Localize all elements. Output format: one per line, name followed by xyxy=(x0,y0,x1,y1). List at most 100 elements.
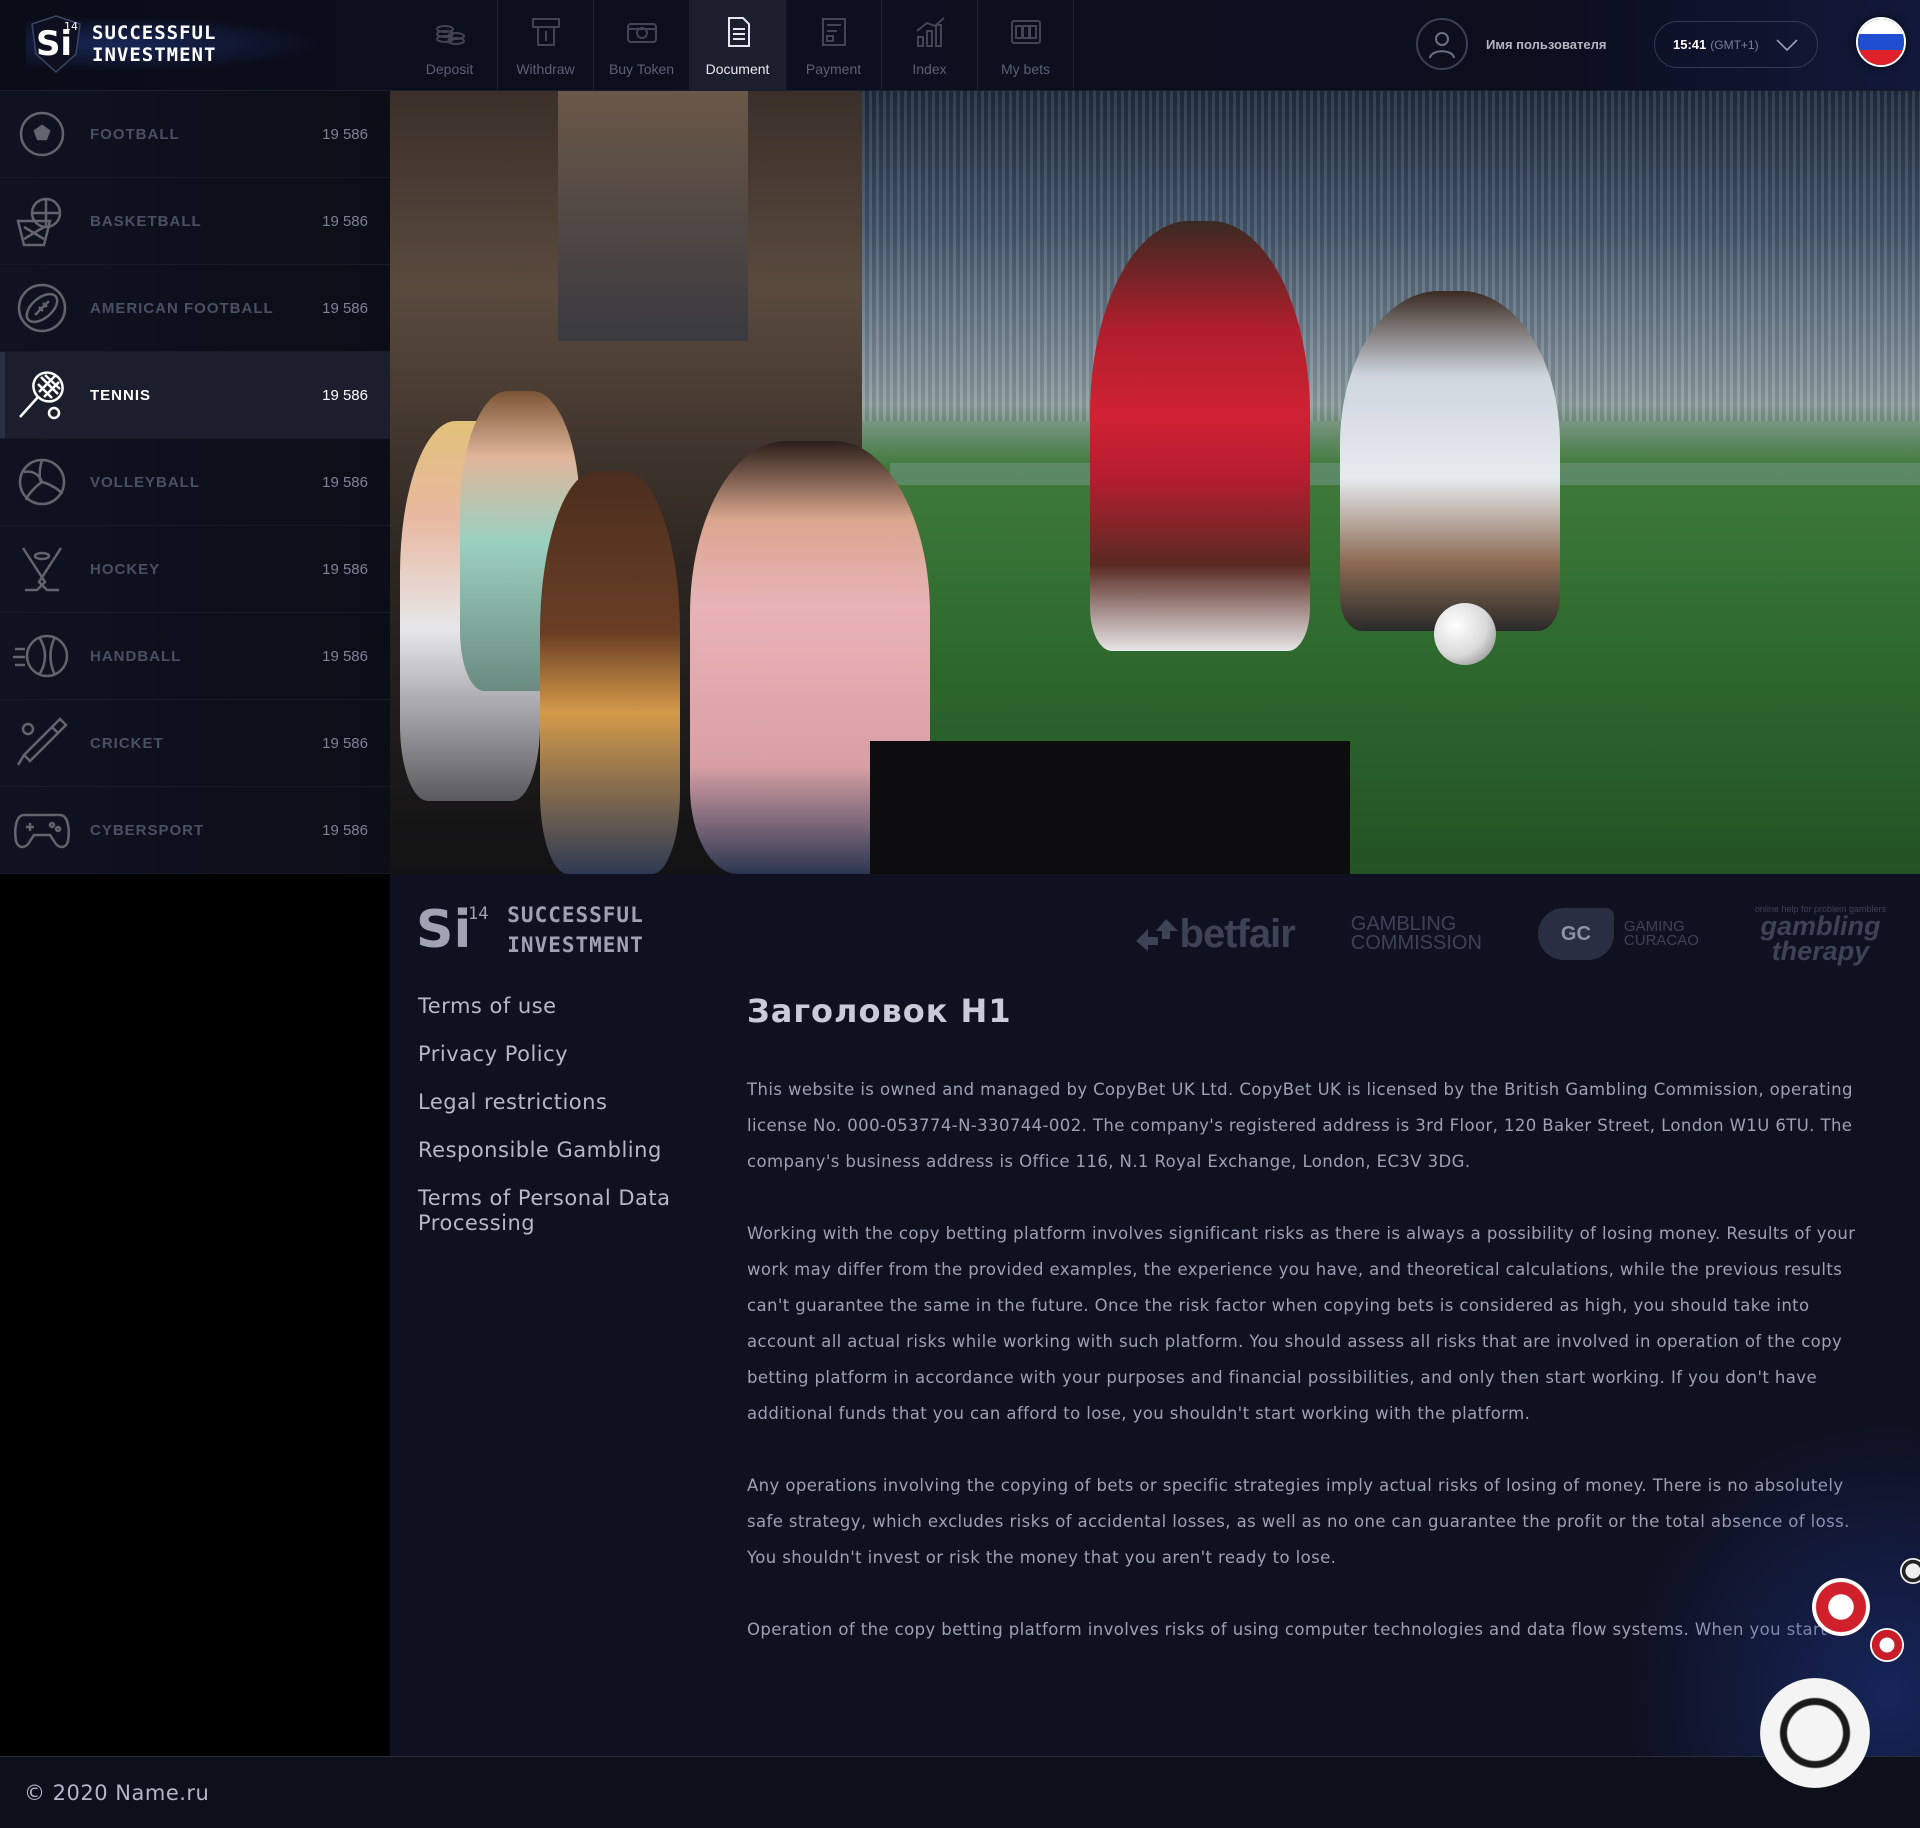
gc-text: GAMING CURACAO xyxy=(1623,919,1699,949)
footer-logo-text: SUCCESSFUL INVESTMENT xyxy=(507,900,643,960)
payment-icon xyxy=(821,18,846,46)
soccer-ball xyxy=(1434,603,1496,665)
footer-logo-number: 14 xyxy=(468,904,489,924)
sports-sidebar: FOOTBALL 19 586 BASKETBALL 19 586 AMERIC… xyxy=(0,91,390,874)
sidebar-item-count: 19 586 xyxy=(322,125,368,143)
article-paragraph: This website is owned and managed by Cop… xyxy=(747,1080,1853,1171)
gambling-commission-logo[interactable]: GAMBLING COMMISSION xyxy=(1350,914,1482,954)
sidebar-item-tennis[interactable]: TENNIS 19 586 xyxy=(0,352,390,439)
sidebar-item-football[interactable]: FOOTBALL 19 586 xyxy=(0,91,390,178)
nav-label: Document xyxy=(705,61,770,77)
sidebar-item-label: HANDBALL xyxy=(90,647,182,665)
sidebar-item-label: CYBERSPORT xyxy=(90,821,205,839)
nav-label: Payment xyxy=(805,61,862,77)
nav-my-bets[interactable]: My bets xyxy=(978,0,1074,91)
nav-label: Index xyxy=(912,61,947,77)
header: Si 14 SUCCESSFUL INVESTMENT Deposit With… xyxy=(0,0,1920,91)
timezone-select[interactable]: 15:41 (GMT+1) xyxy=(1654,21,1818,68)
flag-stripe-red xyxy=(1858,49,1904,65)
sidebar-item-label: BASKETBALL xyxy=(90,212,202,230)
sidebar-item-label: VOLLEYBALL xyxy=(90,473,200,491)
link-terms-of-use[interactable]: Terms of use xyxy=(418,994,698,1019)
user-profile[interactable]: Имя пользователя xyxy=(1416,18,1606,70)
player-white xyxy=(1340,291,1560,631)
footer-logo-line2: INVESTMENT xyxy=(507,933,644,957)
betfair-text: betfair xyxy=(1179,911,1296,956)
user-icon xyxy=(1429,32,1455,59)
gaming-curacao-logo[interactable]: GC GAMING CURACAO xyxy=(1537,908,1699,960)
handball-icon xyxy=(12,626,72,686)
gc-line2: CURACAO xyxy=(1623,932,1699,949)
gambling-commission-line2: COMMISSION xyxy=(1350,932,1482,954)
sidebar-item-count: 19 586 xyxy=(322,560,368,578)
sidebar-item-count: 19 586 xyxy=(322,647,368,665)
language-flag[interactable] xyxy=(1856,17,1906,67)
user-name: Имя пользователя xyxy=(1486,36,1607,52)
top-nav: Deposit Withdraw Buy Token Document Paym… xyxy=(402,0,1074,91)
nav-deposit[interactable]: Deposit xyxy=(402,0,498,91)
chip-red xyxy=(1812,1578,1870,1636)
nav-label: Buy Token xyxy=(608,61,675,77)
betfair-logo[interactable]: betfair xyxy=(1134,911,1296,957)
link-privacy-policy[interactable]: Privacy Policy xyxy=(418,1042,698,1067)
link-personal-data[interactable]: Terms of Personal Data Processing xyxy=(418,1186,698,1236)
fan-woman-brown xyxy=(540,471,680,874)
basketball-icon xyxy=(12,191,72,251)
slot-icon xyxy=(1010,20,1041,44)
sidebar-item-basketball[interactable]: BASKETBALL 19 586 xyxy=(0,178,390,265)
sidebar-item-label: AMERICAN FOOTBALL xyxy=(90,299,274,317)
flag-stripe-blue xyxy=(1858,34,1904,50)
volleyball-icon xyxy=(12,452,72,512)
document-icon xyxy=(727,17,750,47)
sidebar-item-american-football[interactable]: AMERICAN FOOTBALL 19 586 xyxy=(0,265,390,352)
nav-payment[interactable]: Payment xyxy=(786,0,882,91)
legal-links: Terms of use Privacy Policy Legal restri… xyxy=(418,994,698,1259)
american-football-icon xyxy=(12,278,72,338)
room-window xyxy=(558,91,748,341)
link-responsible-gambling[interactable]: Responsible Gambling xyxy=(418,1138,698,1163)
chart-icon xyxy=(915,17,945,47)
timezone-value: (GMT+1) xyxy=(1710,37,1759,52)
sidebar-item-label: CRICKET xyxy=(90,734,164,752)
article-heading: Заголовок H1 xyxy=(747,992,1012,1030)
time-value: 15:41 xyxy=(1673,37,1707,52)
sidebar-item-handball[interactable]: HANDBALL 19 586 xyxy=(0,613,390,700)
coins-icon xyxy=(435,25,465,45)
withdraw-icon xyxy=(531,18,560,46)
sidebar-item-count: 19 586 xyxy=(322,821,368,839)
logo[interactable]: Si 14 SUCCESSFUL INVESTMENT xyxy=(26,14,336,74)
sidebar-item-hockey[interactable]: HOCKEY 19 586 xyxy=(0,526,390,613)
chip-red-small xyxy=(1870,1628,1904,1662)
chip-white-small xyxy=(1900,1558,1920,1584)
logo-text: SUCCESSFUL INVESTMENT xyxy=(92,22,217,66)
coffee-table xyxy=(870,741,1350,874)
player-red xyxy=(1090,221,1310,651)
footer: © 2020 Name.ru xyxy=(0,1756,1920,1828)
logo-number: 14 xyxy=(64,20,79,33)
footer-logo-si: Si xyxy=(416,900,472,960)
logo-mark: Si 14 xyxy=(26,14,82,74)
tennis-racket-icon xyxy=(12,365,72,425)
partner-logos: betfair GAMBLING COMMISSION GC GAMING CU… xyxy=(1078,904,1886,965)
sidebar-item-volleyball[interactable]: VOLLEYBALL 19 586 xyxy=(0,439,390,526)
nav-index[interactable]: Index xyxy=(882,0,978,91)
nav-document[interactable]: Document xyxy=(690,0,786,91)
token-icon xyxy=(626,23,657,43)
sidebar-item-cricket[interactable]: CRICKET 19 586 xyxy=(0,700,390,787)
sidebar-item-count: 19 586 xyxy=(322,734,368,752)
nav-label: Deposit xyxy=(425,61,474,77)
link-legal-restrictions[interactable]: Legal restrictions xyxy=(418,1090,698,1115)
flag-stripe-white xyxy=(1858,19,1904,35)
chip-white-large xyxy=(1760,1678,1870,1788)
nav-withdraw[interactable]: Withdraw xyxy=(498,0,594,91)
avatar[interactable] xyxy=(1416,18,1468,70)
hockey-icon xyxy=(12,539,72,599)
soccer-ball-icon xyxy=(12,104,72,164)
footer-logo-line1: SUCCESSFUL xyxy=(507,903,644,927)
sidebar-item-cybersport[interactable]: CYBERSPORT 19 586 xyxy=(0,787,390,874)
nav-buy-token[interactable]: Buy Token xyxy=(594,0,690,91)
sidebar-item-label: FOOTBALL xyxy=(90,125,180,143)
footer-logo[interactable]: Si 14 SUCCESSFUL INVESTMENT xyxy=(416,900,644,960)
nav-label: Withdraw xyxy=(516,61,575,77)
gambling-therapy-logo[interactable]: online help for problem gamblers gamblin… xyxy=(1755,904,1886,965)
